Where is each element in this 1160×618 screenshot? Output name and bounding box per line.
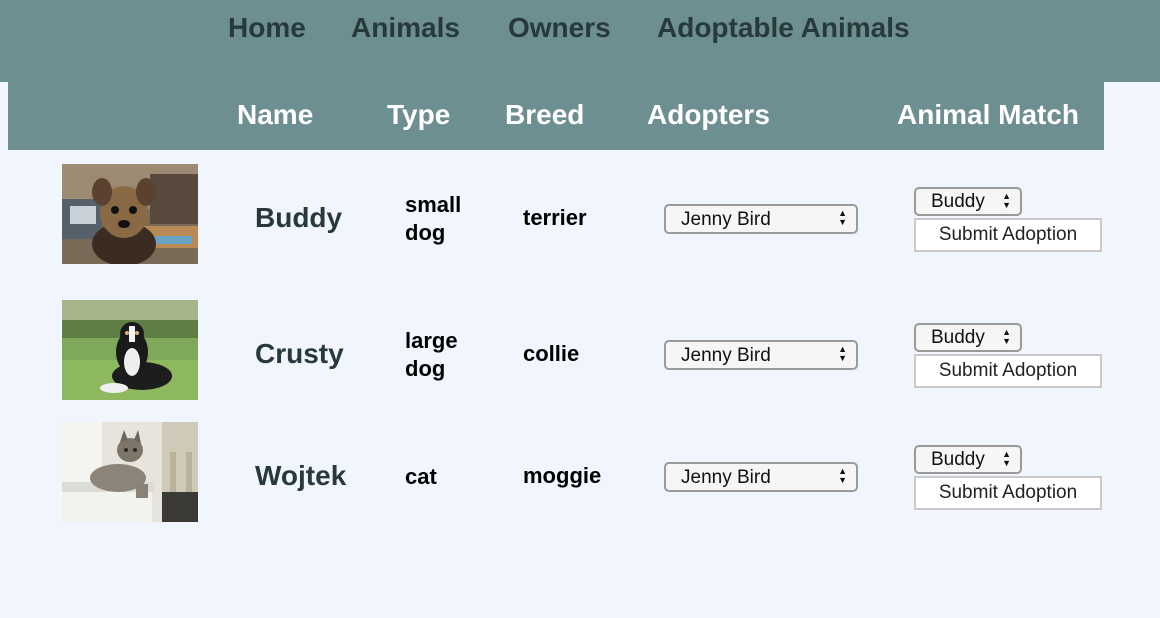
animal-match-select[interactable]: Buddy ▲ ▼ bbox=[914, 323, 1022, 352]
animal-name: Buddy bbox=[255, 202, 343, 233]
table-row: Crusty large dog collie Jenny Bird ▲ ▼ Bu… bbox=[0, 300, 1160, 400]
border-collie-photo bbox=[62, 300, 198, 400]
table-row: Wojtek cat moggie Jenny Bird ▲ ▼ Buddy ▲ ▼… bbox=[0, 422, 1160, 522]
animal-type: small dog bbox=[405, 192, 462, 245]
adopter-select-value: Jenny Bird bbox=[681, 345, 771, 366]
submit-adoption-button[interactable]: Submit Adoption bbox=[914, 218, 1102, 252]
header-breed: Breed bbox=[505, 99, 585, 130]
header-type: Type bbox=[387, 99, 451, 130]
tabby-cat-photo bbox=[62, 422, 198, 522]
submit-adoption-button[interactable]: Submit Adoption bbox=[914, 476, 1102, 510]
nav-home-link[interactable]: Home bbox=[228, 12, 306, 44]
animal-breed: terrier bbox=[523, 205, 587, 230]
select-arrows-icon: ▲ ▼ bbox=[838, 344, 847, 363]
adopter-select[interactable]: Jenny Bird ▲ ▼ bbox=[664, 462, 858, 492]
header-name: Name bbox=[237, 99, 314, 130]
animal-match-value: Buddy bbox=[931, 449, 985, 470]
header-animal-match: Animal Match bbox=[897, 99, 1080, 130]
yorkshire-terrier-photo bbox=[62, 164, 198, 264]
animal-name: Crusty bbox=[255, 338, 344, 369]
header-adopters: Adopters bbox=[647, 99, 770, 130]
animal-match-select[interactable]: Buddy ▲ ▼ bbox=[914, 445, 1022, 474]
nav-owners-link[interactable]: Owners bbox=[508, 12, 611, 44]
animal-type: large dog bbox=[405, 328, 458, 381]
table-header-row: Name Type Breed Adopters Animal Match bbox=[8, 82, 1104, 150]
nav-animals-link[interactable]: Animals bbox=[351, 12, 460, 44]
table-row: Buddy small dog terrier Jenny Bird ▲ ▼ Bu… bbox=[0, 164, 1160, 264]
adopter-select[interactable]: Jenny Bird ▲ ▼ bbox=[664, 340, 858, 370]
select-arrows-icon: ▲ ▼ bbox=[1002, 327, 1011, 346]
animal-name: Wojtek bbox=[255, 460, 347, 491]
adopter-select-value: Jenny Bird bbox=[681, 209, 771, 230]
select-arrows-icon: ▲ ▼ bbox=[838, 466, 847, 485]
animal-match-select[interactable]: Buddy ▲ ▼ bbox=[914, 187, 1022, 216]
select-arrows-icon: ▲ ▼ bbox=[1002, 449, 1011, 468]
submit-adoption-button[interactable]: Submit Adoption bbox=[914, 354, 1102, 388]
adopter-select[interactable]: Jenny Bird ▲ ▼ bbox=[664, 204, 858, 234]
animal-breed: collie bbox=[523, 341, 580, 366]
select-arrows-icon: ▲ ▼ bbox=[1002, 191, 1011, 210]
select-arrows-icon: ▲ ▼ bbox=[838, 208, 847, 227]
animal-type: cat bbox=[405, 464, 437, 489]
adopter-select-value: Jenny Bird bbox=[681, 467, 771, 488]
animal-breed: moggie bbox=[523, 463, 602, 488]
animal-match-value: Buddy bbox=[931, 327, 985, 348]
nav-adoptable-animals-link[interactable]: Adoptable Animals bbox=[657, 12, 910, 44]
top-navigation: Home Animals Owners Adoptable Animals bbox=[0, 0, 1160, 82]
animal-match-value: Buddy bbox=[931, 191, 985, 212]
